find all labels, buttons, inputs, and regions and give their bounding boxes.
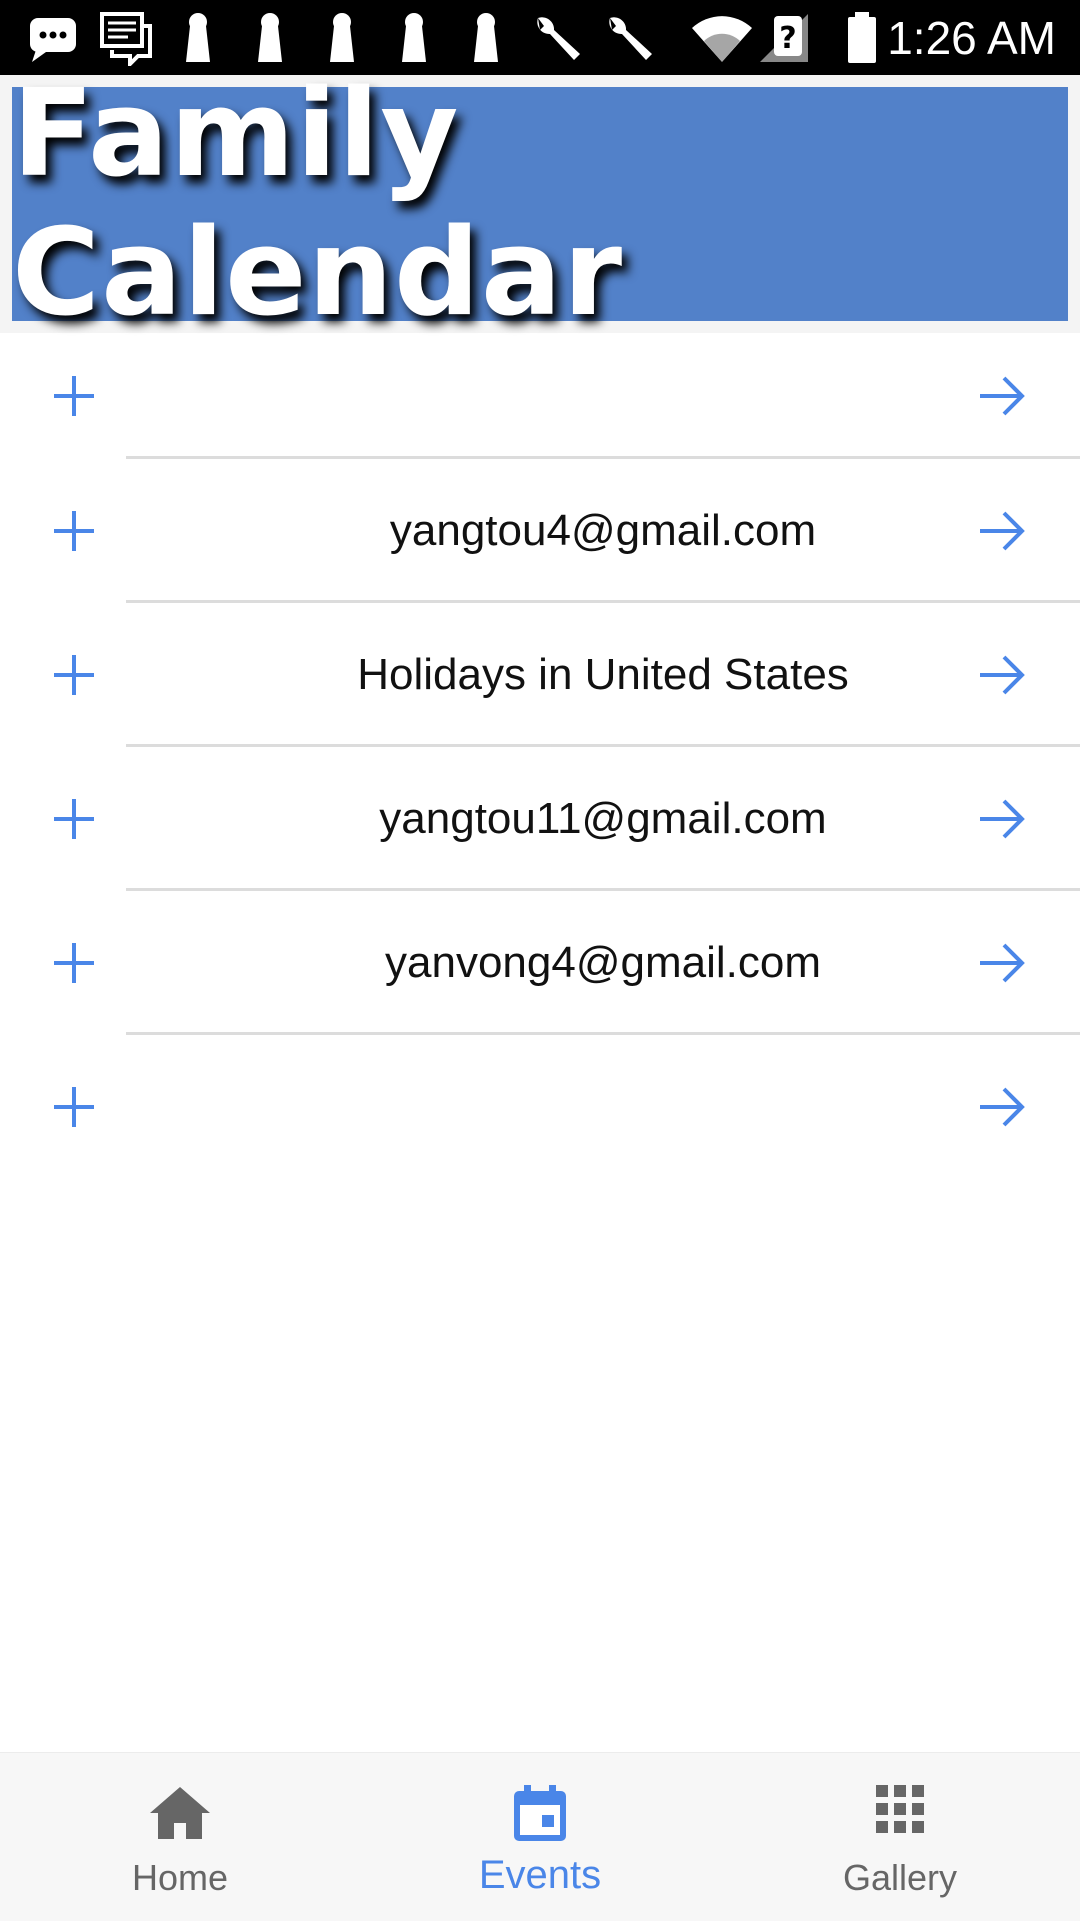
calendar-name: yangtou11@gmail.com: [379, 794, 827, 843]
bottom-nav: Home Events Gallery: [0, 1752, 1080, 1921]
add-icon[interactable]: [48, 505, 100, 557]
wrench-icon: [609, 17, 652, 60]
keyhole-icon: [402, 13, 426, 62]
grid-icon: [876, 1785, 924, 1833]
nav-gallery[interactable]: Gallery: [720, 1753, 1080, 1921]
calendar-row[interactable]: yangtou11@gmail.com: [0, 747, 1080, 891]
add-icon[interactable]: [48, 370, 100, 422]
nav-gallery-label: Gallery: [842, 1857, 958, 1898]
add-icon[interactable]: [48, 1081, 100, 1133]
add-icon[interactable]: [48, 793, 100, 845]
wrench-icon: [537, 17, 580, 60]
keyhole-icon: [258, 13, 282, 62]
arrow-right-icon[interactable]: [976, 793, 1028, 845]
calendar-row[interactable]: yanvong4@gmail.com: [0, 891, 1080, 1035]
clock: 1:26 AM: [887, 12, 1056, 64]
arrow-right-icon[interactable]: [976, 1081, 1028, 1133]
nav-home[interactable]: Home: [0, 1753, 360, 1921]
nav-home-label: Home: [131, 1857, 229, 1898]
calendar-name: yanvong4@gmail.com: [385, 938, 821, 987]
title-banner: Family Calendar: [12, 65, 1068, 343]
no-signal-icon: ?: [760, 14, 808, 62]
arrow-right-icon[interactable]: [976, 649, 1028, 701]
calendar-row[interactable]: Holidays in United States: [0, 603, 1080, 747]
add-icon[interactable]: [48, 937, 100, 989]
home-icon: [150, 1787, 210, 1839]
calendar-icon: [514, 1785, 566, 1841]
header: Family Calendar: [0, 65, 1080, 343]
arrow-right-icon[interactable]: [976, 937, 1028, 989]
chat-bubble-icon: [30, 18, 76, 62]
nav-events[interactable]: Events: [360, 1753, 720, 1921]
calendar-name: Holidays in United States: [357, 650, 849, 699]
battery-icon: [848, 12, 876, 63]
arrow-right-icon[interactable]: [976, 370, 1028, 422]
add-icon[interactable]: [48, 649, 100, 701]
message-icon: [100, 12, 152, 66]
svg-text:?: ?: [779, 21, 796, 56]
arrow-right-icon[interactable]: [976, 505, 1028, 557]
wifi-icon: [692, 16, 752, 62]
status-bar: ? 1:26 AM: [0, 0, 1080, 75]
calendar-row[interactable]: [0, 1035, 1080, 1179]
calendar-row[interactable]: [0, 333, 1080, 459]
calendar-list: yangtou4@gmail.com Holidays in United St…: [0, 333, 1080, 1179]
calendar-row[interactable]: yangtou4@gmail.com: [0, 459, 1080, 603]
app-title: Family Calendar: [12, 65, 624, 343]
calendar-name: yangtou4@gmail.com: [389, 506, 817, 555]
keyhole-icon: [186, 13, 210, 62]
keyhole-icon: [474, 13, 498, 62]
nav-events-label: Events: [478, 1853, 602, 1897]
keyhole-icon: [330, 13, 354, 62]
